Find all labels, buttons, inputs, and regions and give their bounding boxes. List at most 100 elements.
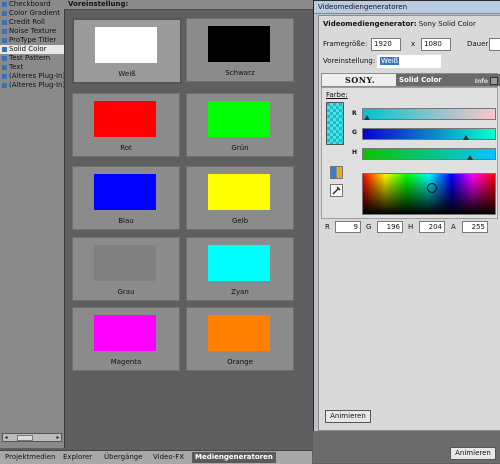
color-swatch [94,315,156,351]
plugin-icon [2,10,7,16]
tree-item-test-pattern[interactable]: Test Pattern [0,54,64,63]
blue-slider[interactable] [362,148,496,160]
preset-header: Voreinstellung: [64,0,313,10]
dialog-title: Videomediengeneratoren [314,1,500,14]
preset-label: Grün [231,144,249,152]
eyedropper-icon[interactable] [330,184,343,197]
tree-item-protype-titler[interactable]: ProType Titler [0,36,64,45]
tab-explorer[interactable]: Explorer [60,452,95,463]
animate-button[interactable]: Animieren [325,410,371,423]
tree-item-label: Noise Texture [9,27,57,35]
color-swatch [94,101,156,137]
h-value-field[interactable]: 204 [419,221,445,233]
tree-item-label: (Älteres Plug-In) V [9,81,64,89]
plugin-icon [2,82,7,88]
green-slider[interactable] [362,128,496,140]
preset-tile-zyan[interactable]: Zyan [186,237,294,301]
color-swatch [208,101,270,137]
picker-crosshair-icon[interactable] [427,183,437,193]
plugin-title: Solid Color Info [396,74,500,86]
preset-label: Blau [118,217,134,225]
plugin-icon [2,64,7,70]
color-swatch [208,245,270,281]
tree-item-color-gradient[interactable]: Color Gradient [0,9,64,18]
color-label: Farbe: [326,91,348,99]
tree-item-label: Color Gradient [9,9,60,17]
tab-uebergaenge[interactable]: Übergänge [101,452,146,463]
plugin-icon [2,37,7,43]
color-swatch [208,315,270,351]
preset-label: Orange [227,358,253,366]
red-slider[interactable] [362,108,496,120]
plugin-icon [2,55,7,61]
animate-button-bottom[interactable]: Animieren [450,447,496,460]
current-color-swatch [326,102,344,145]
tree-horizontal-scrollbar[interactable]: ◂ ▸ [2,433,62,442]
preset-tile-rot[interactable]: Rot [72,93,180,157]
rgba-values-row: R 9 G 196 H 204 A 255 [321,221,496,235]
palette-icon[interactable] [330,166,343,179]
preset-label: Schwarz [225,69,255,77]
slider-label-g: G [352,129,357,136]
green-slider-handle[interactable] [463,135,469,140]
blue-slider-handle[interactable] [467,155,473,160]
a-value-label: A [451,223,456,231]
scroll-right-icon[interactable]: ▸ [55,434,61,441]
preset-label: Voreinstellung: [323,57,376,65]
tab-video-fx[interactable]: Video-FX [150,452,187,463]
generator-tree-panel: Checkboard Color Gradient Credit Roll No… [0,0,65,448]
info-icon[interactable] [490,77,498,85]
tree-item-checkboard[interactable]: Checkboard [0,0,64,9]
sony-logo: SONY. [344,75,376,85]
height-field[interactable]: 1080 [421,38,451,51]
r-value-field[interactable]: 9 [335,221,361,233]
width-field[interactable]: 1920 [371,38,401,51]
scroll-left-icon[interactable]: ◂ [3,434,9,441]
duration-field[interactable] [489,38,500,51]
g-value-field[interactable]: 196 [377,221,403,233]
framesize-label: Framegröße: [323,40,368,48]
tree-item-label: Solid Color [9,45,47,53]
color-swatch [208,26,270,62]
plugin-icon [2,19,7,25]
preset-tile-schwarz[interactable]: Schwarz [186,18,294,82]
preset-label: Rot [120,144,132,152]
preset-label: Gelb [231,217,249,225]
generator-label: Videomediengenerator: [323,20,417,28]
a-value-field[interactable]: 255 [462,221,488,233]
tree-item-legacy-video[interactable]: (Älteres Plug-In) V [0,81,64,90]
preset-tile-gruen[interactable]: Grün [186,93,294,157]
plugin-icon [2,28,7,34]
tree-item-solid-color[interactable]: Solid Color [0,45,64,54]
preset-label: Zyan [231,288,249,296]
tree-item-text[interactable]: Text [0,63,64,72]
slider-label-h: H [352,149,358,156]
g-value-label: G [366,223,372,231]
tab-projektmedien[interactable]: Projektmedien [2,452,58,463]
preset-tile-grau[interactable]: Grau [72,237,180,301]
preset-tile-blau[interactable]: Blau [72,166,180,230]
preset-tile-weiss[interactable]: Weiß [72,18,182,84]
red-slider-handle[interactable] [364,115,370,120]
preset-tile-gelb[interactable]: Gelb [186,166,294,230]
color-picker-spectrum[interactable] [362,173,496,215]
preset-label: Weiß [118,70,136,78]
color-swatch [95,27,157,63]
color-swatch [94,245,156,281]
video-media-generator-dialog: Videomediengeneratoren Videomediengenera… [313,0,500,433]
tree-item-noise-texture[interactable]: Noise Texture [0,27,64,36]
tab-mediengeneratoren[interactable]: Mediengeneratoren [192,452,276,463]
scrollbar-thumb[interactable] [17,435,33,441]
h-value-label: H [408,223,414,231]
preset-label: Grau [117,288,135,296]
preset-tile-orange[interactable]: Orange [186,307,294,371]
preset-input[interactable]: Weiß [377,55,441,68]
generator-row: Videomediengenerator: Sony Solid Color [323,20,476,28]
tree-item-legacy-titler[interactable]: (Älteres Plug-In) T [0,72,64,81]
plugin-icon [2,1,7,7]
tree-item-credit-roll[interactable]: Credit Roll [0,18,64,27]
plugin-header-bar: SONY. Solid Color Info [321,73,500,87]
tree-item-label: Test Pattern [9,54,51,62]
preset-tile-magenta[interactable]: Magenta [72,307,180,371]
tree-item-label: Text [9,63,24,71]
